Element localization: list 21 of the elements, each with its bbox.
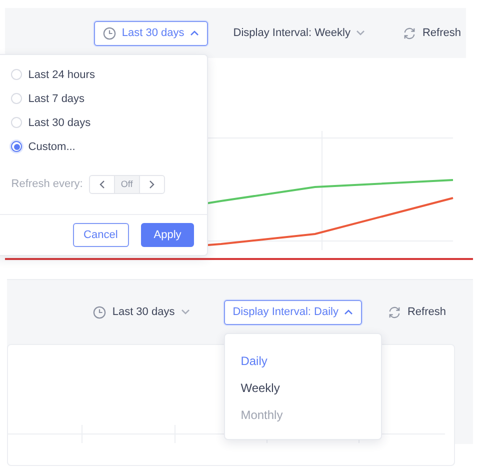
interval-button[interactable]: Display Interval: Weekly — [224, 20, 374, 46]
refresh-icon — [403, 26, 416, 40]
option-label[interactable]: Custom... — [28, 140, 76, 152]
caret-icon — [356, 30, 366, 36]
caret-icon — [190, 30, 200, 36]
date-range-button[interactable]: Last 30 days — [94, 20, 208, 46]
interval-button[interactable]: Display Interval: Daily — [224, 300, 362, 324]
clock-icon — [93, 306, 106, 318]
refresh-button[interactable]: Refresh — [387, 300, 447, 324]
refresh-icon — [388, 306, 402, 318]
menu-item[interactable]: Daily — [224, 348, 381, 374]
option-label[interactable]: Last 7 days — [28, 92, 85, 104]
radio-button[interactable] — [11, 141, 22, 152]
option-label[interactable]: Last 24 hours — [28, 68, 95, 80]
option-label[interactable]: Last 30 days — [28, 116, 91, 128]
refresh-button[interactable]: Refresh — [402, 20, 462, 46]
caret-icon — [344, 309, 354, 315]
date-range-button[interactable]: Last 30 days — [84, 300, 199, 324]
caret-icon — [180, 309, 190, 315]
clock-icon — [102, 26, 116, 40]
menu-item[interactable]: Weekly — [224, 374, 381, 402]
